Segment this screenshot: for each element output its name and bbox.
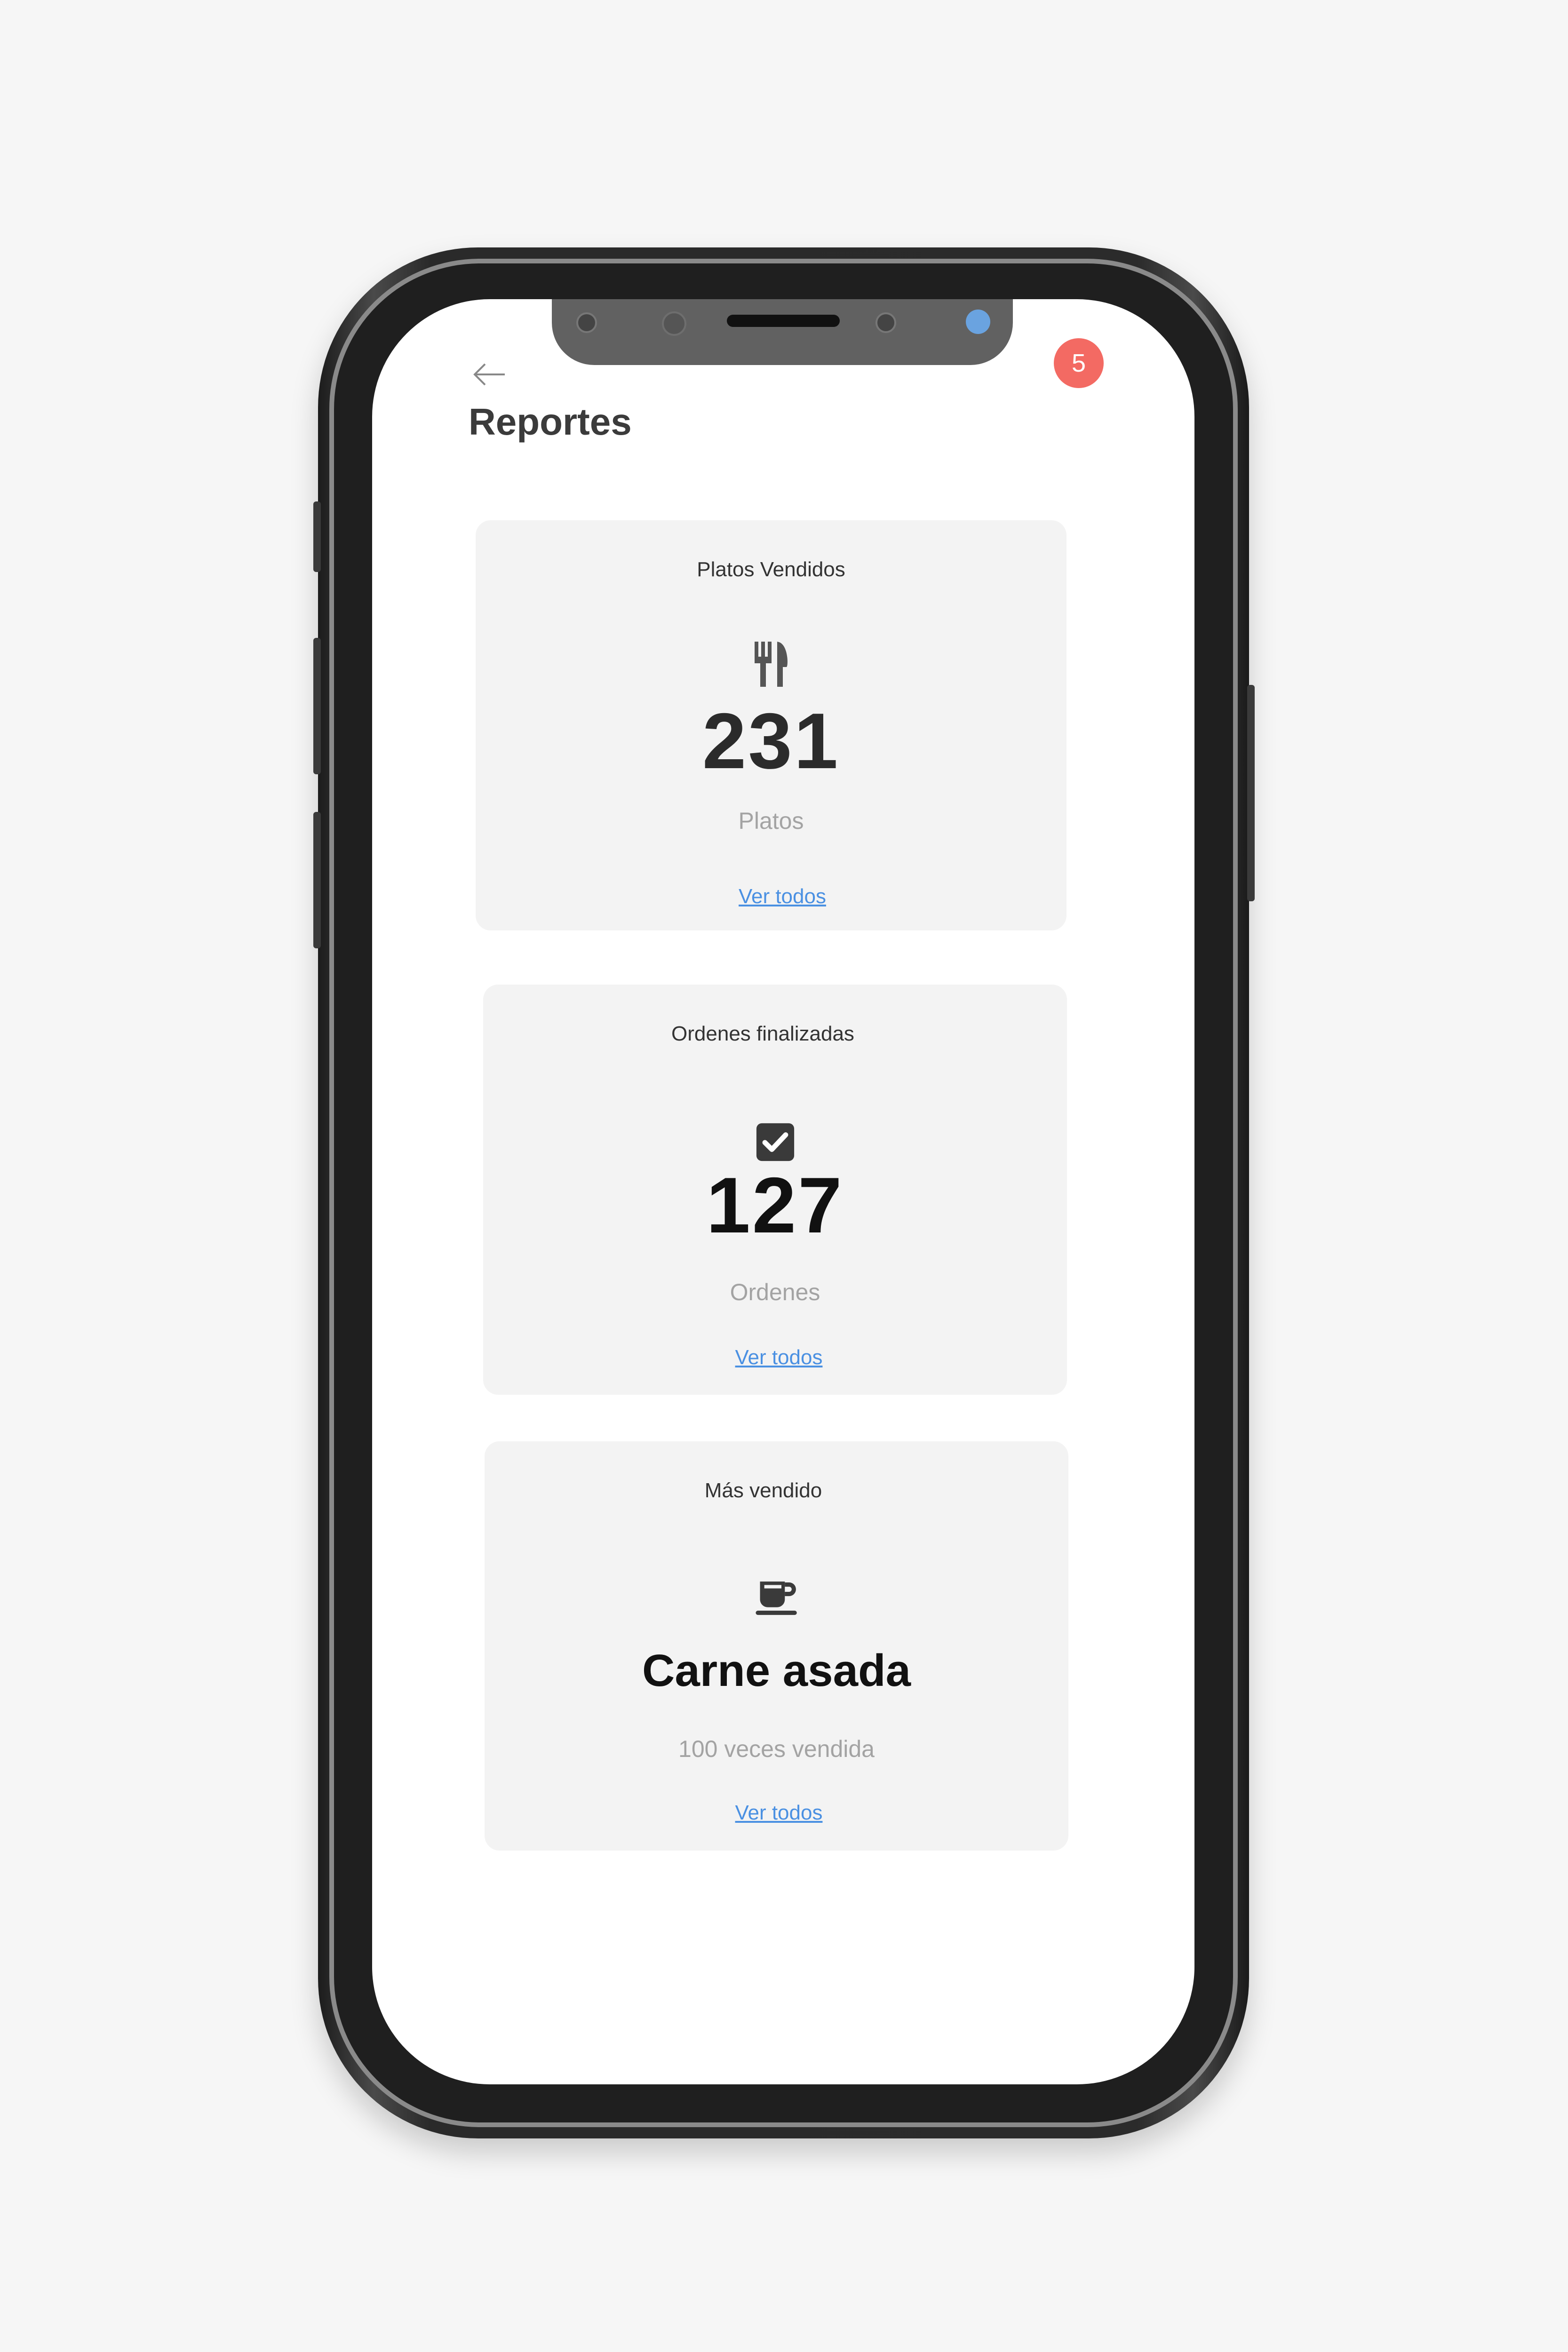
ver-todos-link[interactable]: Ver todos [498,885,1067,908]
check-square-icon [756,1123,794,1161]
power-button [1247,685,1255,901]
notification-badge[interactable]: 5 [1054,338,1104,388]
ver-todos-link[interactable]: Ver todos [491,1346,1067,1369]
report-card-mas-vendido: Más vendido Carne asada 100 veces vendid… [485,1441,1068,1851]
phone-screen: 5 Reportes Platos Vendidos 231 Platos Ve… [372,299,1194,2084]
side-button [313,501,321,572]
volume-up-button [313,638,321,774]
card-title: Más vendido [704,1479,822,1502]
report-card-ordenes: Ordenes finalizadas 127 Ordenes Ver todo… [483,985,1067,1395]
phone-frame: 5 Reportes Platos Vendidos 231 Platos Ve… [313,247,1255,2138]
sensor [662,311,686,336]
card-title: Ordenes finalizadas [671,1022,854,1045]
card-title: Platos Vendidos [697,558,845,581]
card-value: 127 [706,1161,844,1249]
speaker-grille [727,315,840,327]
notch [552,299,1013,365]
card-unit: 100 veces vendida [678,1736,875,1762]
page-title: Reportes [469,401,632,443]
report-card-platos: Platos Vendidos 231 Platos Ver todos [476,520,1067,930]
coffee-cup-icon [755,1581,797,1615]
card-value: Carne asada [642,1645,911,1696]
card-value: 231 [702,697,840,785]
sensor [876,312,896,333]
card-unit: Ordenes [730,1279,820,1305]
card-unit: Platos [738,808,804,834]
utensils-icon [755,642,788,687]
ver-todos-link[interactable]: Ver todos [489,1801,1068,1825]
arrow-left-icon[interactable] [471,356,509,393]
sensor [576,312,597,333]
volume-down-button [313,812,321,948]
front-camera [966,310,990,334]
